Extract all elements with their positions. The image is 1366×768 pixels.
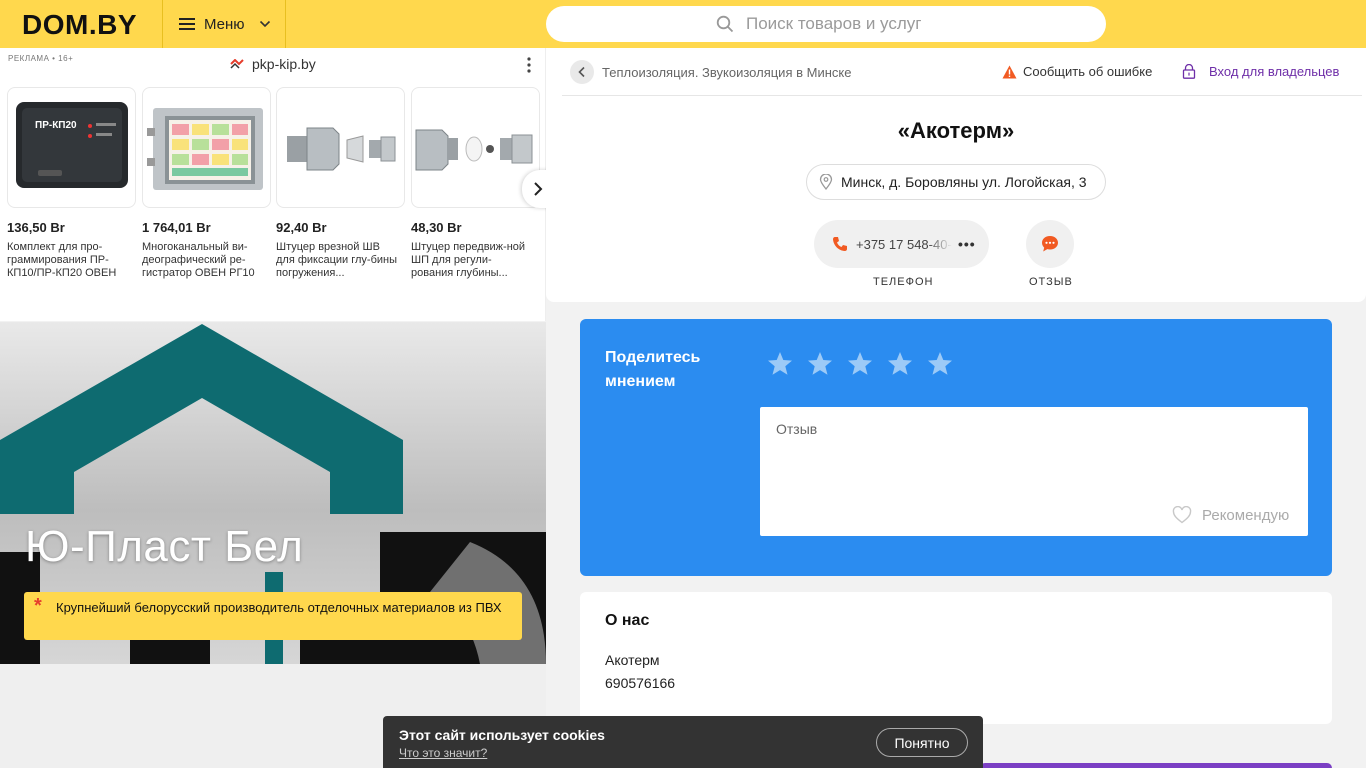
warning-icon <box>1002 65 1017 78</box>
chevron-down-icon <box>259 20 270 28</box>
divider <box>562 95 1362 96</box>
report-error-link[interactable]: Сообщить об ошибке <box>1002 64 1152 79</box>
fitting-image <box>415 129 533 171</box>
recorder-device-image <box>147 108 263 190</box>
about-text-line: Акотерм <box>605 652 660 668</box>
star-icon[interactable] <box>926 350 954 378</box>
hamburger-icon <box>179 18 195 30</box>
phone-button[interactable]: +375 17 548-40-00 ••• <box>814 220 989 268</box>
address-button[interactable]: Минск, д. Боровляны ул. Логойская, 3 <box>806 164 1106 200</box>
menu-button[interactable]: Меню <box>162 0 286 48</box>
owners-login-link[interactable]: Вход для владельцев <box>1182 64 1339 79</box>
lock-icon <box>1182 64 1196 79</box>
search-input[interactable] <box>746 14 936 34</box>
cookie-banner: Этот сайт использует cookies Что это зна… <box>383 716 983 768</box>
map-pin-icon <box>819 174 833 190</box>
star-icon[interactable] <box>806 350 834 378</box>
phone-caption: ТЕЛЕФОН <box>873 276 934 288</box>
programmer-device-image: ПР-КП20 <box>16 102 128 188</box>
star-rating[interactable] <box>766 350 966 378</box>
chat-bubble-icon <box>1042 236 1058 252</box>
product-description: Комплект для про-граммирования ПР-КП10/П… <box>7 241 117 279</box>
breadcrumb[interactable]: Теплоизоляция. Звукоизоляция в Минске <box>602 65 851 80</box>
product-price: 48,30 Br <box>411 220 462 235</box>
ad-block: РЕКЛАМА • 16+ pkp-kip.by ПР-КП20 136,50 … <box>0 48 554 321</box>
product-description: Штуцер врезной ШВ для фиксации глу-бины … <box>276 241 398 279</box>
site-logo[interactable]: DOM.BY <box>22 9 137 41</box>
purple-section-edge <box>980 763 1332 768</box>
asterisk-icon: * <box>34 595 42 617</box>
search-bar[interactable] <box>546 6 1106 42</box>
back-button[interactable] <box>570 60 594 84</box>
product-image <box>142 87 271 208</box>
review-title: Поделитесь мнением <box>605 349 701 390</box>
banner-note-text: Крупнейший белорусский производитель отд… <box>56 600 502 615</box>
product-image <box>411 87 540 208</box>
more-horizontal-icon: ••• <box>958 236 976 252</box>
star-icon[interactable] <box>766 350 794 378</box>
cookie-info-link[interactable]: Что это значит? <box>399 746 487 760</box>
address-text: Минск, д. Боровляны ул. Логойская, 3 <box>841 174 1087 190</box>
chevron-left-icon <box>578 66 585 78</box>
banner-note: * Крупнейший белорусский производитель о… <box>24 592 522 640</box>
promo-banner[interactable]: Ю-Пласт Бел * Крупнейший белорусский про… <box>0 322 546 664</box>
review-form: Поделитесь мнением Рекомендую <box>580 319 1332 576</box>
device-label: ПР-КП20 <box>35 120 77 131</box>
heart-icon <box>1172 506 1192 524</box>
owners-login-label: Вход для владельцев <box>1209 64 1340 79</box>
cookie-accept-button[interactable]: Понятно <box>876 728 968 757</box>
top-header: DOM.BY Меню <box>0 0 1366 48</box>
chevron-right-icon <box>534 182 543 196</box>
more-vertical-icon[interactable] <box>522 56 536 74</box>
phone-icon <box>833 237 847 251</box>
search-icon <box>716 15 734 33</box>
product-price: 92,40 Br <box>276 220 327 235</box>
ad-product-card[interactable]: 1 764,01 Br Многоканальный ви-деографиче… <box>142 87 271 280</box>
about-section: О нас Акотерм 690576166 <box>580 592 1332 724</box>
menu-label: Меню <box>204 15 245 33</box>
company-name: «Акотерм» <box>897 118 1015 143</box>
company-card: Теплоизоляция. Звукоизоляция в Минске Со… <box>546 48 1366 302</box>
banner-title: Ю-Пласт Бел <box>25 522 304 571</box>
product-price: 1 764,01 Br <box>142 220 211 235</box>
ad-product-card[interactable]: 48,30 Br Штуцер передвиж-ной ШП для регу… <box>411 87 540 280</box>
ad-domain-link[interactable]: pkp-kip.by <box>230 56 316 72</box>
product-image <box>276 87 405 208</box>
product-price: 136,50 Br <box>7 220 65 235</box>
fitting-image <box>287 127 396 171</box>
ad-domain-text: pkp-kip.by <box>252 56 316 72</box>
ad-label: РЕКЛАМА • 16+ <box>8 54 74 63</box>
product-description: Многоканальный ви-деографический ре-гист… <box>142 241 255 279</box>
product-description: Штуцер передвиж-ной ШП для регули-ровани… <box>411 241 526 279</box>
phone-number: +375 17 548-40-00 <box>856 236 952 252</box>
product-image: ПР-КП20 <box>7 87 136 208</box>
about-title: О нас <box>605 612 650 629</box>
about-text-line: 690576166 <box>605 675 676 691</box>
cookie-title: Этот сайт использует cookies <box>399 727 605 743</box>
ad-product-card[interactable]: 92,40 Br Штуцер врезной ШВ для фиксации … <box>276 87 405 280</box>
recommend-label: Рекомендую <box>1202 506 1290 524</box>
ad-product-card[interactable]: ПР-КП20 136,50 Br Комплект для про-грамм… <box>7 87 136 280</box>
star-icon[interactable] <box>846 350 874 378</box>
recommend-toggle[interactable]: Рекомендую <box>1172 506 1289 524</box>
review-button[interactable] <box>1026 220 1074 268</box>
review-caption: ОТЗЫВ <box>1029 276 1073 288</box>
report-error-label: Сообщить об ошибке <box>1023 64 1153 79</box>
star-icon[interactable] <box>886 350 914 378</box>
advertiser-logo-icon <box>230 59 244 69</box>
